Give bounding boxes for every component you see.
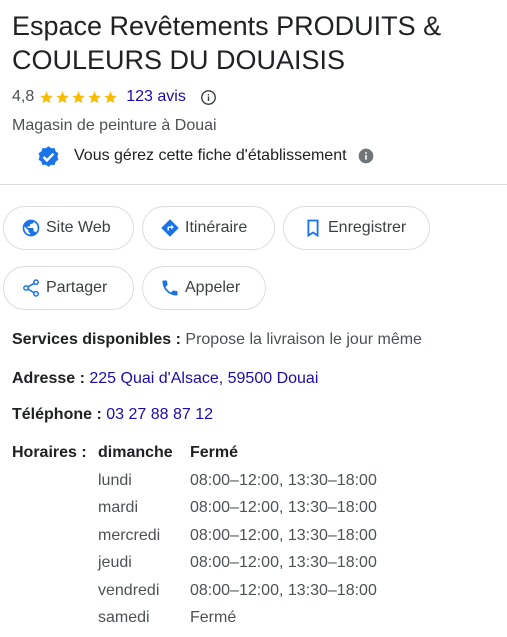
hours-day: lundi: [98, 471, 132, 489]
phone-icon: [162, 280, 178, 296]
info-icon[interactable]: [358, 148, 374, 164]
hours-row: mercredi 08:00–12:00, 13:30–18:00: [98, 527, 377, 555]
services-label: Services disponibles :: [12, 331, 181, 348]
hours-time: Fermé: [190, 444, 239, 461]
rating-row: 4,8 123 avis: [12, 87, 217, 107]
hours-time: 08:00–12:00, 13:30–18:00: [190, 526, 377, 544]
verified-badge-icon: [38, 145, 59, 167]
hours-table: dimanche Fermé lundi 08:00–12:00, 13:30–…: [98, 444, 377, 637]
hours-row: dimanche Fermé: [98, 444, 377, 472]
rating-value: 4,8: [12, 88, 35, 105]
call-button[interactable]: Appeler: [142, 266, 266, 310]
share-button[interactable]: Partager: [3, 266, 134, 310]
share-label: Partager: [46, 279, 108, 296]
hours-row: vendredi 08:00–12:00, 13:30–18:00: [98, 582, 377, 610]
directions-icon: [161, 219, 179, 237]
hours-day: mercredi: [98, 526, 161, 544]
save-button[interactable]: Enregistrer: [283, 206, 430, 250]
directions-label: Itinéraire: [185, 219, 248, 236]
star-icon: [56, 90, 69, 103]
hours-time: 08:00–12:00, 13:30–18:00: [190, 471, 377, 489]
services-row: Services disponibles : Propose la livrai…: [12, 331, 422, 349]
hours-time: 08:00–12:00, 13:30–18:00: [190, 554, 377, 571]
call-label: Appeler: [185, 279, 241, 296]
hours-day: mardi: [98, 499, 139, 516]
hours-time: 08:00–12:00, 13:30–18:00: [190, 581, 377, 599]
save-label: Enregistrer: [328, 219, 407, 236]
reviews-link[interactable]: 123 avis: [126, 88, 186, 106]
phone-row: Téléphone : 03 27 88 87 12: [12, 406, 213, 424]
hours-row: jeudi 08:00–12:00, 13:30–18:00: [98, 554, 377, 582]
directions-button[interactable]: Itinéraire: [142, 206, 275, 250]
bookmark-icon: [307, 219, 319, 238]
hours-day: samedi: [98, 609, 150, 626]
business-name: Espace Revêtements PRODUITS & COULEURS D…: [12, 11, 442, 75]
address-link[interactable]: 225 Quai d'Alsace, 59500 Douai: [89, 370, 318, 387]
star-icon: [72, 90, 85, 103]
phone-label: Téléphone :: [12, 406, 102, 423]
star-icon: [104, 90, 117, 103]
hours-row: mardi 08:00–12:00, 13:30–18:00: [98, 499, 377, 527]
services-value: Propose la livraison le jour même: [185, 331, 422, 348]
phone-link[interactable]: 03 27 88 87 12: [106, 406, 213, 423]
address-label: Adresse :: [12, 370, 85, 387]
verified-row: Vous gérez cette fiche d'établissement: [35, 143, 374, 169]
rating-stars: [39, 90, 118, 105]
hours-day: dimanche: [98, 444, 173, 461]
address-row: Adresse : 225 Quai d'Alsace, 59500 Douai: [12, 370, 318, 388]
globe-icon: [22, 219, 40, 237]
hours-row: samedi Fermé: [98, 609, 377, 637]
star-icon: [40, 90, 53, 103]
hours-day: jeudi: [98, 554, 132, 571]
hours-day: vendredi: [98, 581, 160, 599]
website-button[interactable]: Site Web: [3, 206, 134, 250]
verified-text: Vous gérez cette fiche d'établissement: [74, 147, 347, 164]
hours-time: Fermé: [190, 609, 237, 626]
hours-label: Horaires :: [12, 444, 87, 461]
website-label: Site Web: [46, 219, 111, 236]
divider: [0, 184, 507, 185]
star-icon: [88, 90, 101, 103]
info-icon[interactable]: [200, 89, 217, 106]
share-icon: [23, 279, 39, 297]
hours-row: lundi 08:00–12:00, 13:30–18:00: [98, 472, 377, 500]
business-category: Magasin de peinture à Douai: [12, 117, 217, 134]
hours-time: 08:00–12:00, 13:30–18:00: [190, 499, 377, 516]
